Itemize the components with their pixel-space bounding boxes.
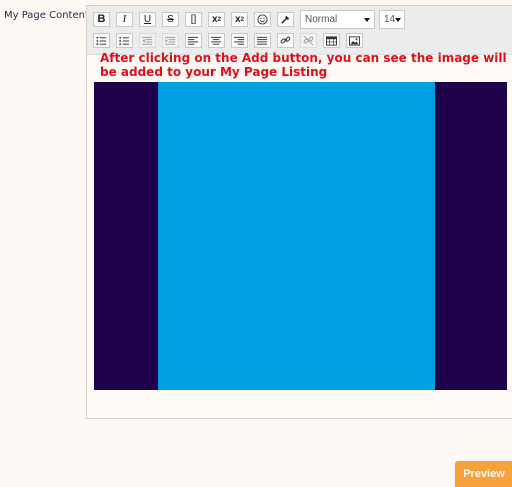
numbered-list-icon bbox=[119, 36, 130, 45]
align-center-icon bbox=[211, 36, 222, 45]
bold-button[interactable]: B bbox=[93, 12, 110, 27]
insert-table-button[interactable] bbox=[323, 33, 340, 48]
smiley-icon bbox=[257, 14, 268, 25]
underline-button[interactable]: U bbox=[139, 12, 156, 27]
link-icon bbox=[280, 36, 291, 44]
align-left-icon bbox=[188, 36, 199, 45]
numbered-list-button[interactable] bbox=[116, 33, 133, 48]
editor-toolbar: B I U S [] x2 x2 Normal 14 bbox=[87, 6, 512, 55]
format-select-value: Normal bbox=[305, 14, 338, 25]
insert-image-button[interactable] bbox=[346, 33, 363, 48]
rich-text-editor[interactable]: B I U S [] x2 x2 Normal 14 After clickin… bbox=[86, 5, 512, 419]
format-select[interactable]: Normal bbox=[300, 10, 375, 29]
unlink-icon bbox=[303, 35, 314, 46]
emoji-button[interactable] bbox=[254, 12, 271, 27]
image-icon bbox=[349, 35, 360, 46]
indent-icon bbox=[165, 36, 176, 45]
preview-button[interactable]: Preview bbox=[455, 461, 512, 487]
bullet-list-icon bbox=[96, 36, 107, 45]
field-label: My Page Content bbox=[4, 10, 89, 21]
outdent-button[interactable] bbox=[139, 33, 156, 48]
indent-button[interactable] bbox=[162, 33, 179, 48]
superscript-two-icon: 2 bbox=[217, 16, 221, 23]
italic-button[interactable]: I bbox=[116, 12, 133, 27]
subscript-two-icon: 2 bbox=[240, 16, 244, 23]
chevron-down-icon bbox=[364, 17, 370, 22]
inserted-image[interactable] bbox=[94, 82, 507, 390]
toolbar-row-1: B I U S [] x2 x2 Normal 14 bbox=[93, 10, 409, 29]
bullet-list-button[interactable] bbox=[93, 33, 110, 48]
inserted-image-inner-panel bbox=[158, 82, 435, 390]
toolbar-row-2 bbox=[93, 33, 369, 48]
align-right-button[interactable] bbox=[231, 33, 248, 48]
align-justify-icon bbox=[257, 36, 268, 45]
align-center-button[interactable] bbox=[208, 33, 225, 48]
code-button[interactable]: [] bbox=[185, 12, 202, 27]
align-justify-button[interactable] bbox=[254, 33, 271, 48]
content-instruction-text: After clicking on the Add button, you ca… bbox=[100, 51, 507, 79]
insert-link-button[interactable] bbox=[277, 33, 294, 48]
unlink-button[interactable] bbox=[300, 33, 317, 48]
outdent-icon bbox=[142, 36, 153, 45]
strikethrough-button[interactable]: S bbox=[162, 12, 179, 27]
font-size-value: 14 bbox=[384, 14, 396, 25]
text-color-button[interactable] bbox=[277, 12, 294, 27]
eyedropper-icon bbox=[281, 15, 290, 24]
font-size-select[interactable]: 14 bbox=[379, 10, 405, 29]
subscript-button[interactable]: x2 bbox=[231, 12, 248, 27]
align-right-icon bbox=[234, 36, 245, 45]
table-icon bbox=[326, 35, 337, 46]
align-left-button[interactable] bbox=[185, 33, 202, 48]
superscript-button[interactable]: x2 bbox=[208, 12, 225, 27]
chevron-down-icon bbox=[395, 17, 402, 22]
